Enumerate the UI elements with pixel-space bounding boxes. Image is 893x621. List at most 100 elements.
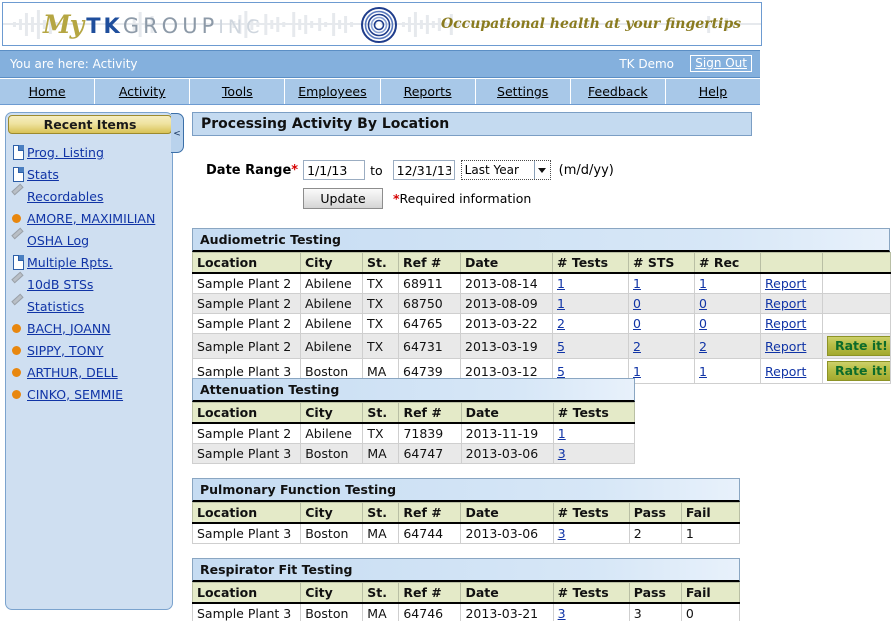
rate-it-button[interactable]: Rate it! [827, 336, 890, 356]
table-cell-7: 1 [694, 358, 761, 384]
rate-it-button[interactable]: Rate it! [827, 361, 890, 381]
recent-item-9[interactable]: SIPPY, TONY [11, 339, 171, 361]
column-header-5: # Tests [552, 402, 636, 424]
column-header-4: Date [460, 252, 553, 274]
column-header-2: St. [362, 402, 400, 424]
chevron-down-icon[interactable] [533, 161, 550, 179]
cell-link[interactable]: 1 [633, 364, 641, 379]
brand-logo-text: My TKGROUPINC [43, 10, 263, 39]
nav-item-reports[interactable]: Reports [381, 79, 476, 104]
table-cell-2: MA [362, 602, 400, 621]
cell-link[interactable]: 2 [633, 339, 641, 354]
column-header-3: Ref # [398, 252, 461, 274]
cell-link[interactable]: 0 [699, 316, 707, 331]
recent-item-label: OSHA Log [27, 232, 90, 248]
rate-it-cell: Rate it! [822, 358, 891, 384]
table-cell-8: Report [760, 272, 823, 294]
table-cell-2: TX [362, 272, 399, 294]
recent-item-5[interactable]: Multiple Rpts. [11, 251, 171, 273]
recent-item-4[interactable]: OSHA Log [11, 229, 171, 251]
data-table: Location City St. Ref # Date # Tests Pass Fail S… [191, 582, 741, 621]
sidebar-collapse-toggle[interactable]: < [171, 113, 184, 153]
cell-link[interactable]: 0 [633, 316, 641, 331]
cell-link[interactable]: Report [765, 364, 806, 379]
recent-item-1[interactable]: Stats [11, 163, 171, 185]
table-cell-7: 0 [680, 602, 741, 621]
table-cell-3: 64747 [398, 443, 462, 464]
column-header-8 [760, 252, 823, 274]
cell-link[interactable]: 0 [699, 296, 707, 311]
column-header-7: Fail [680, 502, 741, 524]
table-caption: Attenuation Testing [192, 378, 635, 402]
table-cell-1: Abilene [300, 293, 363, 314]
update-button[interactable]: Update [303, 188, 383, 209]
cell-link[interactable]: 1 [557, 276, 565, 291]
page-icon [11, 166, 25, 182]
nav-item-tools[interactable]: Tools [190, 79, 286, 104]
recent-item-11[interactable]: CINKO, SEMMIE [11, 383, 171, 405]
cell-link[interactable]: 5 [557, 364, 565, 379]
table-caption: Pulmonary Function Testing [192, 478, 740, 502]
date-preset-select[interactable]: Last Year [460, 160, 551, 180]
cell-link[interactable]: Report [765, 296, 806, 311]
table-cell-8: Report [760, 333, 823, 359]
recent-item-2[interactable]: Recordables [11, 185, 171, 207]
recent-item-label: 10dB STSs [27, 276, 94, 292]
audiometric-testing-section: Audiometric Testing Location City St. Ref # D… [192, 228, 891, 384]
pencil-icon [11, 298, 25, 314]
nav-item-activity[interactable]: Activity [95, 79, 191, 104]
table-cell-4: 2013-03-22 [460, 313, 553, 334]
date-to-input[interactable] [392, 160, 455, 180]
nav-item-feedback[interactable]: Feedback [571, 79, 666, 104]
sign-out-link[interactable]: Sign Out [690, 55, 752, 72]
cell-link[interactable]: Report [765, 339, 806, 354]
recent-item-10[interactable]: ARTHUR, DELL [11, 361, 171, 383]
cell-link[interactable]: 2 [557, 316, 565, 331]
table-cell-5: 2 [552, 313, 629, 334]
nav-item-settings[interactable]: Settings [476, 79, 571, 104]
tagline: Occupational health at your fingertips [440, 16, 741, 32]
recent-item-label: Multiple Rpts. [27, 254, 113, 270]
cell-link[interactable]: 5 [557, 339, 565, 354]
page-title: Processing Activity By Location [192, 112, 752, 136]
nav-item-help[interactable]: Help [666, 79, 760, 104]
table-cell-5: 1 [552, 422, 636, 444]
table-cell-1: Abilene [300, 333, 363, 359]
recent-item-3[interactable]: AMORE, MAXIMILIAN [11, 207, 171, 229]
recent-item-0[interactable]: Prog. Listing [11, 141, 171, 163]
cell-link[interactable]: 3 [558, 606, 566, 621]
table-cell-5: 1 [552, 293, 629, 314]
breadcrumb-bar: You are here: Activity TK Demo Sign Out [0, 50, 760, 78]
cell-link[interactable]: 2 [699, 339, 707, 354]
current-user-label: TK Demo [619, 57, 674, 71]
recent-item-7[interactable]: Statistics [11, 295, 171, 317]
table-cell-7: 1 [694, 272, 761, 294]
cell-link[interactable]: Report [765, 316, 806, 331]
cell-link[interactable]: 1 [699, 364, 707, 379]
nav-item-employees[interactable]: Employees [285, 79, 381, 104]
cell-link[interactable]: 1 [699, 276, 707, 291]
table-cell-1: Abilene [300, 313, 363, 334]
column-header-6: # STS [628, 252, 695, 274]
cell-link[interactable]: 3 [558, 446, 566, 461]
table-cell-7: 2 [694, 333, 761, 359]
recent-item-label: BACH, JOANN [27, 320, 111, 336]
cell-link[interactable]: 0 [633, 296, 641, 311]
table-cell-2: TX [362, 333, 399, 359]
recent-item-label: Recordables [27, 188, 104, 204]
column-header-5: # Tests [552, 502, 630, 524]
table-row: Sample Plant 2 Abilene TX 64765 2013-03-22 2 0… [192, 313, 891, 334]
nav-item-home[interactable]: Home [0, 79, 96, 104]
recent-item-6[interactable]: 10dB STSs [11, 273, 171, 295]
cell-link[interactable]: Report [765, 276, 806, 291]
cell-link[interactable]: 1 [633, 276, 641, 291]
date-from-input[interactable] [303, 160, 366, 180]
cell-link[interactable]: 1 [557, 296, 565, 311]
column-header-1: City [300, 502, 364, 524]
cell-link[interactable]: 3 [558, 526, 566, 541]
logo-banner: My TKGROUPINC Occupational health at your… [2, 2, 762, 46]
orange-dot-icon [11, 342, 25, 358]
recent-item-8[interactable]: BACH, JOANN [11, 317, 171, 339]
column-header-4: Date [460, 582, 554, 604]
cell-link[interactable]: 1 [558, 426, 566, 441]
